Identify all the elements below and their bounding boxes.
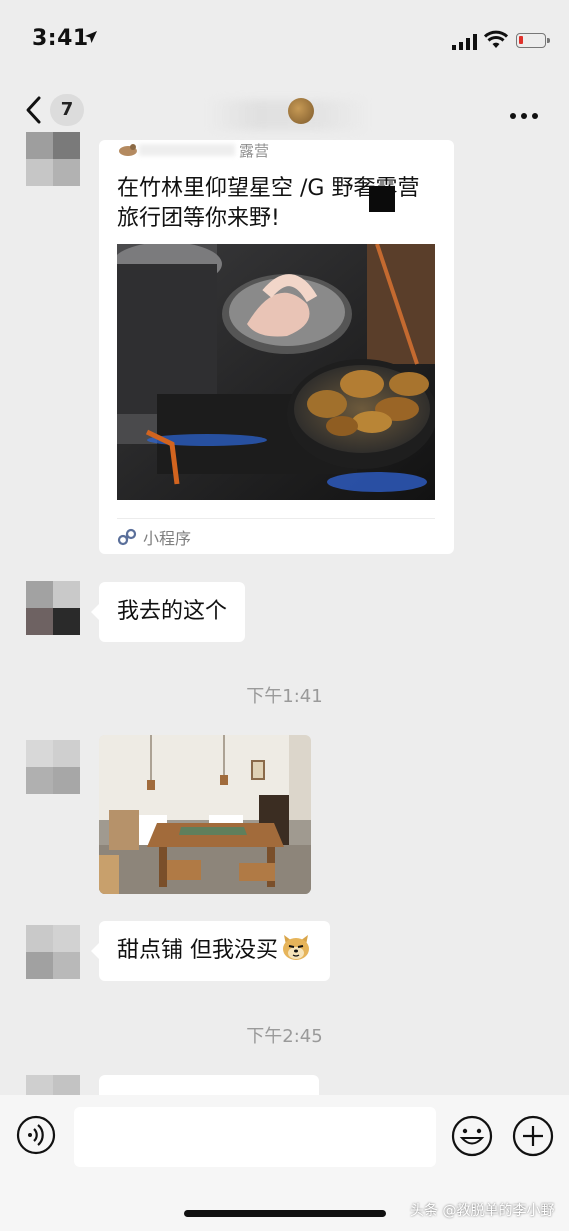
status-time: 3:41	[32, 26, 89, 51]
chat-input-bar: 头条 @教脱单的李小野	[0, 1095, 569, 1231]
source-name-redacted	[139, 144, 235, 156]
status-bar: 3:41	[0, 0, 569, 80]
chat-title-avatar	[288, 98, 314, 124]
sender-avatar[interactable]	[26, 581, 80, 635]
mini-program-card[interactable]: 露营 在竹林里仰望星空 /G 野奢露营旅行团等你来野! 小程序	[99, 140, 454, 554]
watermark: 头条 @教脱单的李小野	[410, 1203, 555, 1219]
card-source-label: 露营	[239, 142, 270, 160]
home-indicator[interactable]	[184, 1210, 386, 1217]
photo-cafe-interior	[99, 735, 311, 894]
more-icon[interactable]	[510, 104, 543, 123]
card-image-cookware[interactable]	[117, 244, 435, 500]
voice-icon[interactable]	[16, 1115, 56, 1155]
card-divider	[117, 518, 435, 519]
message-bubble[interactable]: 甜点铺 但我没买	[91, 921, 330, 981]
plus-icon[interactable]	[512, 1115, 554, 1157]
message-bubble[interactable]: 我去的这个	[90, 582, 246, 642]
sender-avatar[interactable]	[26, 132, 80, 186]
wifi-icon	[484, 30, 508, 48]
back-chevron-icon[interactable]	[24, 95, 42, 125]
sender-avatar[interactable]	[26, 925, 80, 979]
sender-avatar[interactable]	[26, 740, 80, 794]
emoji-icon[interactable]	[451, 1115, 493, 1157]
source-logo-icon	[119, 144, 137, 156]
sender-avatar[interactable]	[26, 1075, 80, 1095]
photo-message[interactable]	[99, 735, 311, 894]
signal-icon	[452, 34, 477, 50]
battery-icon	[516, 33, 550, 48]
timestamp: 下午2:45	[246, 1026, 323, 1047]
unread-count-badge[interactable]: 7	[50, 94, 84, 126]
location-arrow-icon	[85, 31, 97, 43]
doge-emoji-icon	[283, 935, 309, 960]
message-input[interactable]	[74, 1107, 436, 1167]
mini-program-label: 小程序	[143, 529, 192, 548]
message-text: 甜点铺 但我没买	[117, 938, 278, 963]
timestamp: 下午1:41	[246, 686, 323, 707]
redaction-block	[369, 186, 395, 212]
chat-header: 7	[0, 84, 569, 134]
mini-program-icon	[117, 528, 137, 546]
